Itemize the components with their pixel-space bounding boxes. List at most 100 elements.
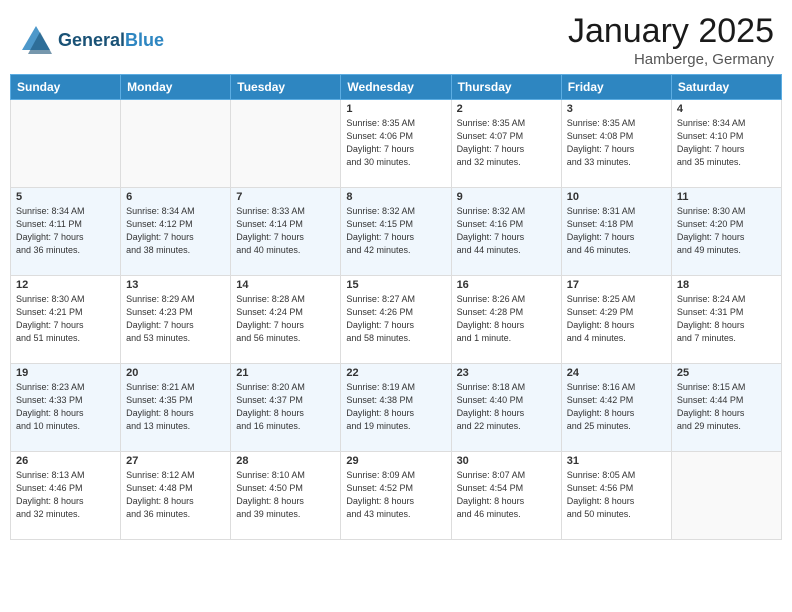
calendar-cell: 13Sunrise: 8:29 AMSunset: 4:23 PMDayligh… [121,276,231,364]
cell-text-line: Daylight: 8 hours [567,319,666,332]
cell-text-line: Sunset: 4:16 PM [457,218,556,231]
cell-text-line: Sunrise: 8:13 AM [16,469,115,482]
cell-text-line: Sunrise: 8:07 AM [457,469,556,482]
day-number: 8 [346,191,445,203]
cell-text-line: Sunrise: 8:10 AM [236,469,335,482]
cell-text-line: Sunset: 4:44 PM [677,394,776,407]
calendar-cell: 23Sunrise: 8:18 AMSunset: 4:40 PMDayligh… [451,364,561,452]
cell-text-line: Sunset: 4:26 PM [346,306,445,319]
cell-text-line: and 30 minutes. [346,156,445,169]
cell-text-line: Sunrise: 8:34 AM [126,205,225,218]
cell-text-line: Daylight: 7 hours [126,319,225,332]
cell-text-line: Sunset: 4:20 PM [677,218,776,231]
calendar-cell: 29Sunrise: 8:09 AMSunset: 4:52 PMDayligh… [341,452,451,540]
day-number: 26 [16,455,115,467]
cell-text-line: Daylight: 7 hours [346,143,445,156]
day-number: 10 [567,191,666,203]
calendar-cell: 5Sunrise: 8:34 AMSunset: 4:11 PMDaylight… [11,188,121,276]
cell-text-line: Sunrise: 8:19 AM [346,381,445,394]
cell-text-line: Sunrise: 8:35 AM [346,117,445,130]
cell-text-line: Sunrise: 8:24 AM [677,293,776,306]
day-number: 22 [346,367,445,379]
cell-text-line: and 35 minutes. [677,156,776,169]
cell-text-line: Daylight: 8 hours [346,495,445,508]
calendar-header-cell: Monday [121,75,231,100]
calendar-cell [11,100,121,188]
cell-text-line: Sunset: 4:06 PM [346,130,445,143]
calendar-cell: 9Sunrise: 8:32 AMSunset: 4:16 PMDaylight… [451,188,561,276]
calendar-header-cell: Tuesday [231,75,341,100]
location: Hamberge, Germany [568,51,774,68]
cell-text-line: Sunrise: 8:20 AM [236,381,335,394]
cell-text-line: Daylight: 8 hours [16,495,115,508]
calendar-cell: 6Sunrise: 8:34 AMSunset: 4:12 PMDaylight… [121,188,231,276]
day-number: 2 [457,103,556,115]
day-number: 30 [457,455,556,467]
cell-text-line: Daylight: 7 hours [236,231,335,244]
calendar-cell: 17Sunrise: 8:25 AMSunset: 4:29 PMDayligh… [561,276,671,364]
calendar-cell: 20Sunrise: 8:21 AMSunset: 4:35 PMDayligh… [121,364,231,452]
cell-text-line: Sunset: 4:15 PM [346,218,445,231]
cell-text-line: and 50 minutes. [567,508,666,521]
cell-text-line: and 46 minutes. [457,508,556,521]
cell-text-line: and 36 minutes. [16,244,115,257]
cell-text-line: Sunset: 4:31 PM [677,306,776,319]
cell-text-line: Daylight: 8 hours [457,495,556,508]
calendar-cell: 1 Sunrise: 8:35 AMSunset: 4:06 PMDaylight… [341,100,451,188]
cell-text-line: Sunrise: 8:18 AM [457,381,556,394]
cell-text-line: Sunrise: 8:23 AM [16,381,115,394]
cell-text-line: and 16 minutes. [236,420,335,433]
day-number: 27 [126,455,225,467]
day-number: 25 [677,367,776,379]
day-number: 1 [346,103,445,115]
cell-text-line: Sunset: 4:50 PM [236,482,335,495]
cell-text-line: and 33 minutes. [567,156,666,169]
cell-text-line: Sunset: 4:10 PM [677,130,776,143]
cell-text-line: Daylight: 7 hours [677,143,776,156]
cell-text-line: and 39 minutes. [236,508,335,521]
cell-text-line: Daylight: 7 hours [16,319,115,332]
cell-text-line: Daylight: 8 hours [126,495,225,508]
cell-text-line: and 10 minutes. [16,420,115,433]
cell-text-line: and 40 minutes. [236,244,335,257]
cell-text-line: and 53 minutes. [126,332,225,345]
calendar-cell: 2Sunrise: 8:35 AMSunset: 4:07 PMDaylight… [451,100,561,188]
cell-text-line: and 1 minute. [457,332,556,345]
cell-text-line: Sunrise: 8:34 AM [677,117,776,130]
cell-text-line: Sunrise: 8:25 AM [567,293,666,306]
logo-text: GeneralBlue [58,30,164,51]
cell-text-line: and 29 minutes. [677,420,776,433]
cell-text-line: Sunset: 4:35 PM [126,394,225,407]
calendar-cell: 8Sunrise: 8:32 AMSunset: 4:15 PMDaylight… [341,188,451,276]
calendar-cell: 4Sunrise: 8:34 AMSunset: 4:10 PMDaylight… [671,100,781,188]
cell-text-line: Sunset: 4:37 PM [236,394,335,407]
cell-text-line: Sunrise: 8:21 AM [126,381,225,394]
cell-text-line: Sunrise: 8:30 AM [16,293,115,306]
header: GeneralBlue January 2025 Hamberge, Germa… [0,0,792,74]
calendar-cell: 3Sunrise: 8:35 AMSunset: 4:08 PMDaylight… [561,100,671,188]
cell-text-line: Sunset: 4:24 PM [236,306,335,319]
cell-text-line: and 38 minutes. [126,244,225,257]
day-number: 15 [346,279,445,291]
day-number: 21 [236,367,335,379]
calendar-cell: 30Sunrise: 8:07 AMSunset: 4:54 PMDayligh… [451,452,561,540]
calendar-cell: 24Sunrise: 8:16 AMSunset: 4:42 PMDayligh… [561,364,671,452]
day-number: 3 [567,103,666,115]
cell-text-line: Daylight: 7 hours [457,231,556,244]
cell-text-line: Sunrise: 8:31 AM [567,205,666,218]
logo-icon [18,22,54,58]
cell-text-line: Daylight: 7 hours [567,231,666,244]
calendar-week-row: 26Sunrise: 8:13 AMSunset: 4:46 PMDayligh… [11,452,782,540]
cell-text-line: Sunset: 4:21 PM [16,306,115,319]
cell-text-line: Sunset: 4:23 PM [126,306,225,319]
month-title: January 2025 [568,12,774,51]
cell-text-line: and 32 minutes. [16,508,115,521]
cell-text-line: Sunrise: 8:35 AM [457,117,556,130]
calendar-header-cell: Sunday [11,75,121,100]
day-number: 7 [236,191,335,203]
cell-text-line: Sunset: 4:29 PM [567,306,666,319]
cell-text-line: Daylight: 7 hours [457,143,556,156]
title-block: January 2025 Hamberge, Germany [568,12,774,68]
day-number: 12 [16,279,115,291]
cell-text-line: Sunset: 4:38 PM [346,394,445,407]
